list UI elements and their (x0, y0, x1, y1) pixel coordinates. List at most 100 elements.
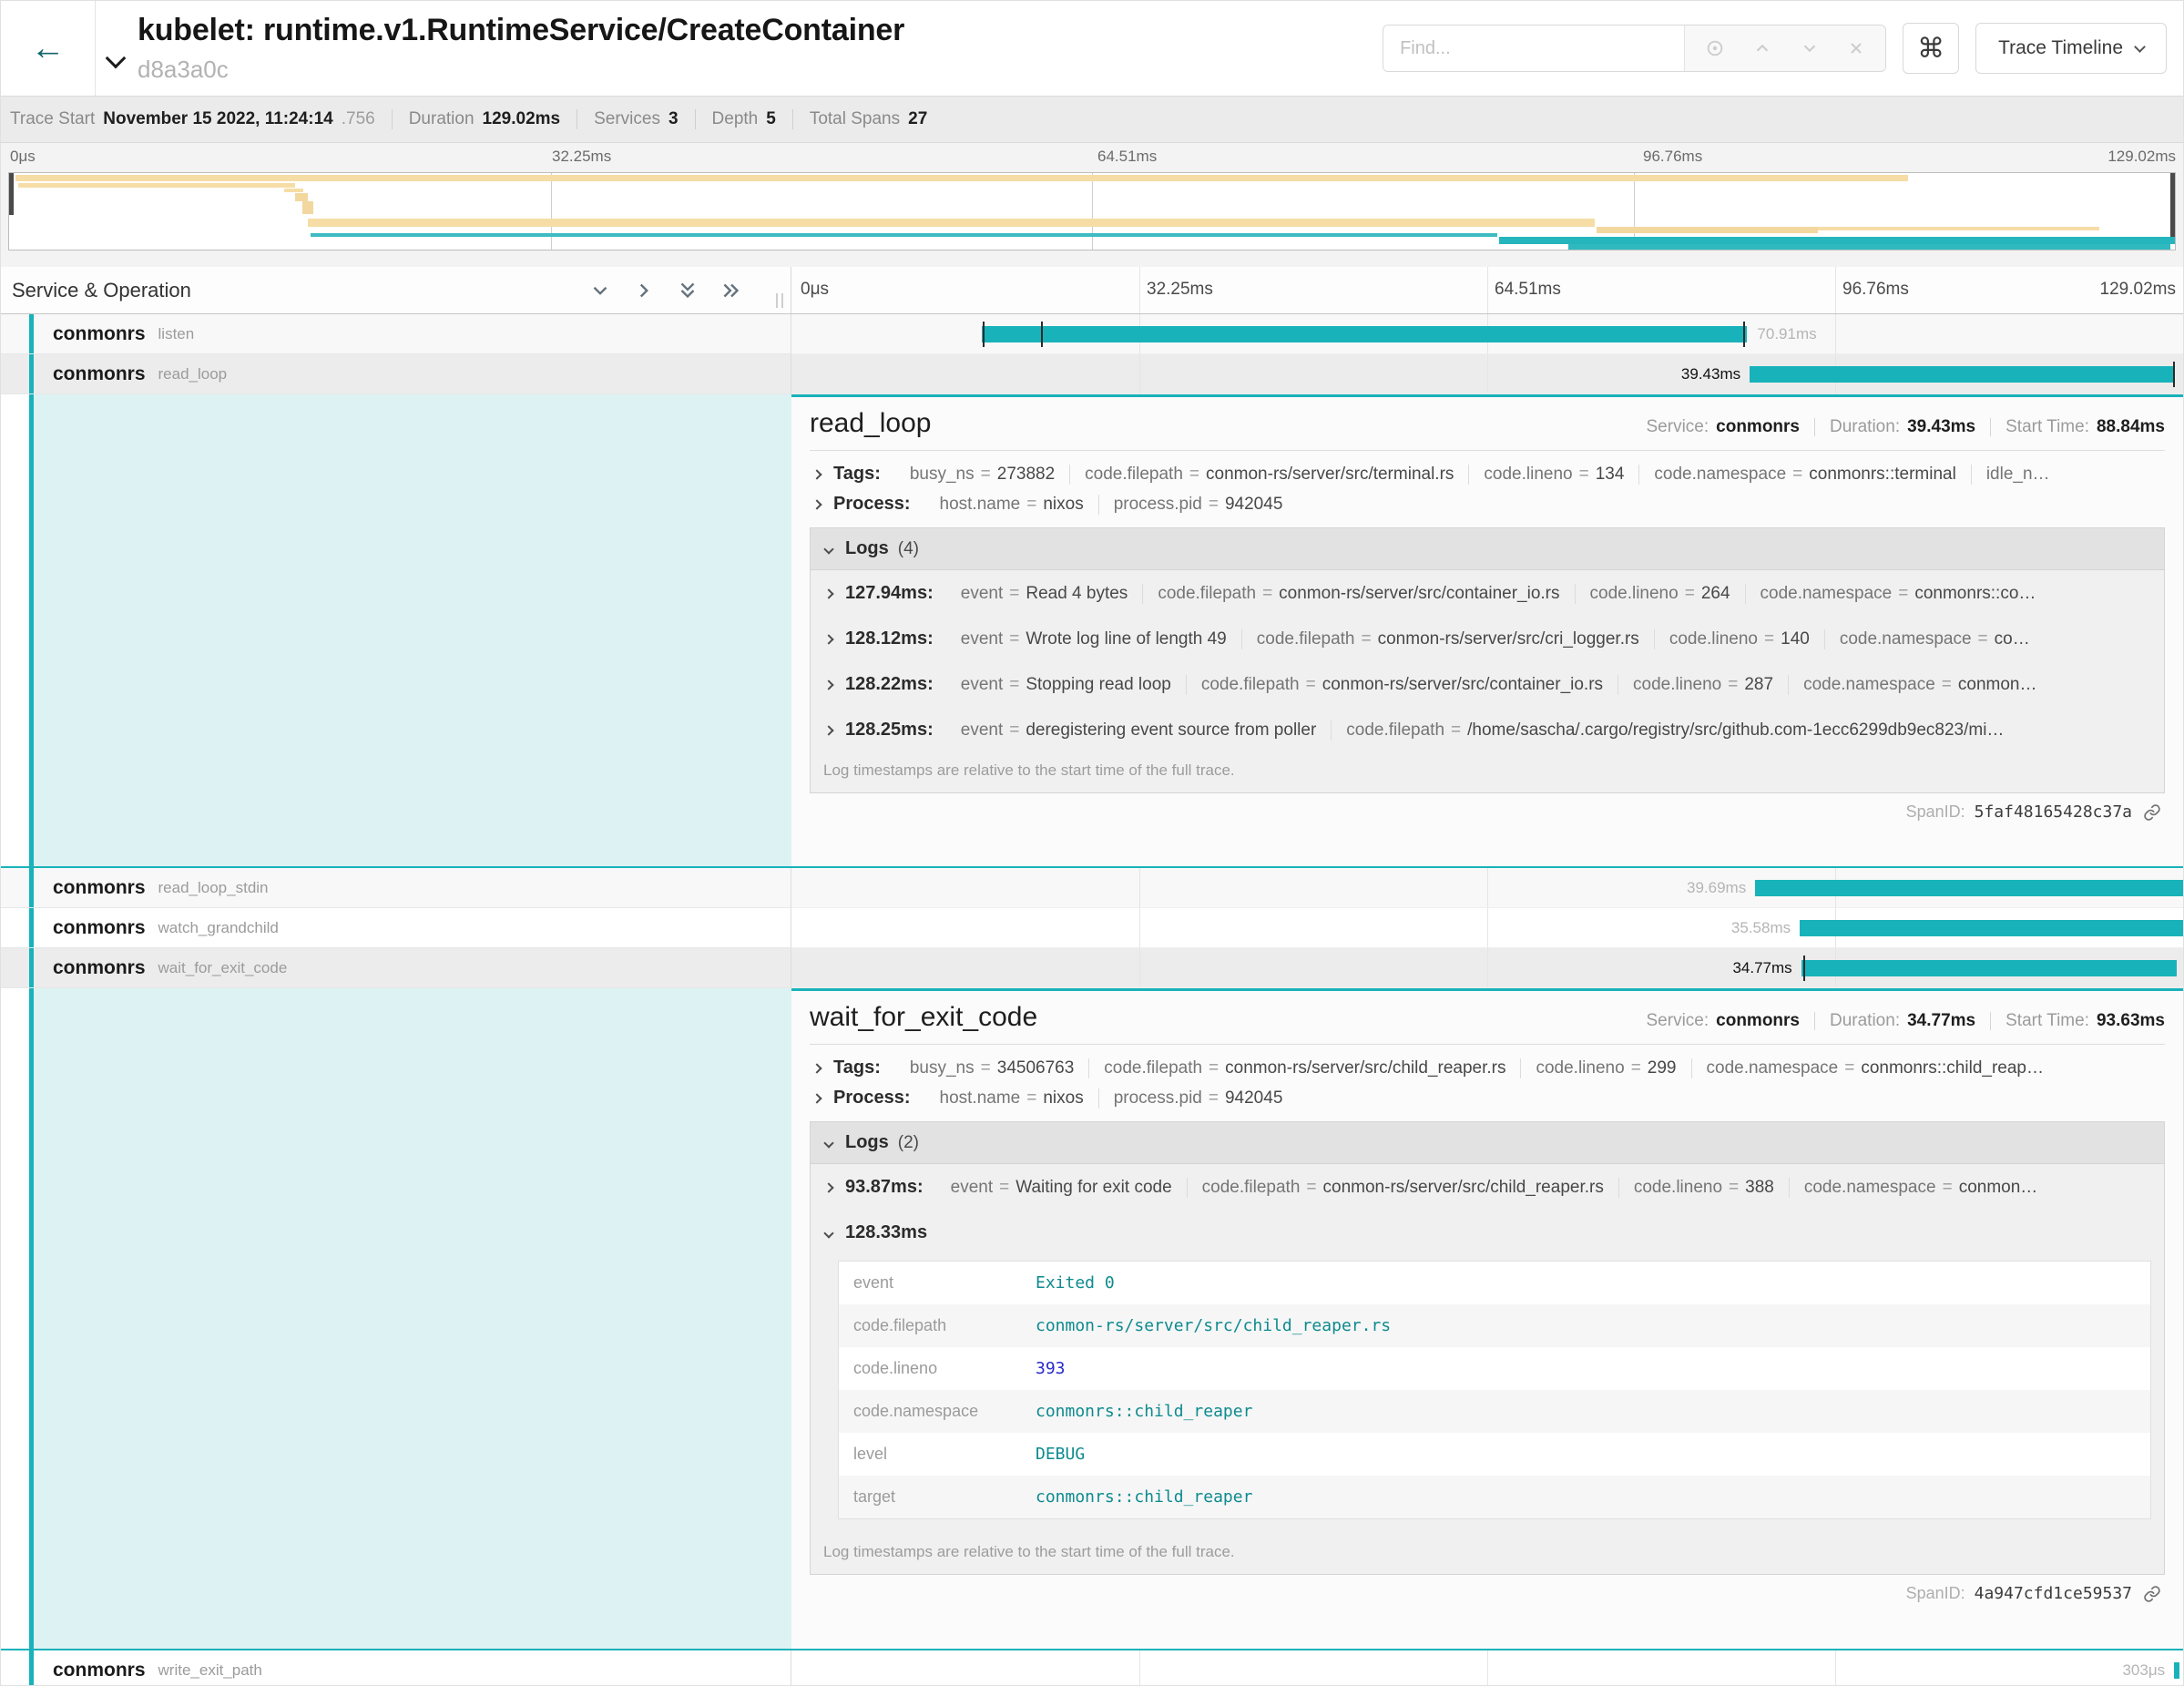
tick-label: 0μs (10, 148, 36, 166)
log-entry-expanded-header[interactable]: 128.33ms (811, 1210, 2164, 1255)
trace-depth: Depth 5 (712, 109, 776, 129)
service-name: conmonrs (53, 877, 146, 899)
view-options-label: Trace Timeline (1998, 37, 2123, 59)
keyboard-shortcuts-button[interactable]: ⌘ (1903, 23, 1959, 74)
expand-one-icon[interactable] (632, 279, 656, 302)
span-row-read-loop-stdin: conmonrs read_loop_stdin 39.69ms (1, 868, 2183, 908)
log-entry[interactable]: 128.25ms: event=deregistering event sour… (811, 707, 2164, 752)
focus-match-icon[interactable] (1705, 38, 1725, 58)
span-timeline-cell[interactable]: 35.58ms (791, 908, 2183, 948)
detail-duration: 34.77ms (1907, 1011, 1975, 1031)
span-bar[interactable] (1750, 366, 2175, 383)
tags-row[interactable]: Tags: busy_ns=273882 code.filepath=conmo… (810, 464, 2165, 485)
minimap-canvas[interactable] (8, 172, 2176, 250)
span-bar[interactable] (2174, 1662, 2179, 1679)
service-operation-header: Service & Operation (1, 279, 191, 302)
span-timeline-cell[interactable]: 39.43ms (791, 354, 2183, 394)
tags-row[interactable]: Tags: busy_ns=34506763 code.filepath=con… (810, 1058, 2165, 1078)
minimap-span (15, 175, 1908, 181)
view-options-dropdown[interactable]: Trace Timeline (1975, 23, 2167, 74)
operation-name: read_loop (158, 365, 228, 383)
service-color-accent (29, 354, 34, 393)
back-button[interactable]: ← (1, 1, 96, 96)
collapse-all-icon[interactable] (676, 279, 699, 302)
minimap-span (284, 189, 303, 192)
span-row-wait-for-exit-code: conmonrs wait_for_exit_code 34.77ms (1, 948, 2183, 988)
chevron-down-icon (823, 1228, 833, 1238)
span-name-cell[interactable]: conmonrs watch_grandchild (1, 908, 791, 948)
span-bar[interactable] (1801, 960, 2177, 976)
chevron-right-icon (811, 1093, 822, 1103)
copy-link-icon[interactable] (2143, 1585, 2161, 1603)
tick-label: 0μs (801, 280, 829, 300)
trace-duration: Duration 129.02ms (409, 109, 560, 129)
next-match-icon[interactable] (1800, 38, 1820, 58)
tick-label: 129.02ms (2100, 280, 2176, 300)
span-name-cell[interactable]: conmonrs listen (1, 314, 791, 354)
table-row: level DEBUG (839, 1433, 2150, 1476)
minimap-range-handle-right[interactable] (2170, 173, 2175, 237)
table-row: code.filepath conmon-rs/server/src/child… (839, 1304, 2150, 1347)
log-marker (2173, 362, 2175, 387)
chevron-down-icon[interactable] (106, 48, 127, 69)
span-duration-label: 39.43ms (1681, 354, 1740, 394)
logs-header[interactable]: Logs (2) (811, 1122, 2164, 1164)
prev-match-icon[interactable] (1752, 38, 1772, 58)
tag: code.lineno=299 (1520, 1058, 1690, 1078)
log-entry[interactable]: 128.12ms: event=Wrote log line of length… (811, 616, 2164, 661)
log-entry[interactable]: 93.87ms: event=Waiting for exit code cod… (811, 1164, 2164, 1210)
table-row: code.lineno 393 (839, 1347, 2150, 1390)
column-resizer-grip[interactable] (776, 293, 783, 308)
span-name-cell[interactable]: conmonrs read_loop_stdin (1, 868, 791, 908)
service-name: conmonrs (53, 957, 146, 979)
trace-view-page: ← kubelet: runtime.v1.RuntimeService/Cre… (0, 0, 2184, 1686)
tag: code.lineno=134 (1468, 465, 1638, 485)
find-input[interactable] (1383, 26, 1684, 71)
trace-start: Trace Start November 15 2022, 11:24:14.7… (10, 109, 375, 129)
span-timeline-cell[interactable]: 303μs (791, 1650, 2183, 1686)
service-color-accent (29, 868, 34, 907)
copy-link-icon[interactable] (2143, 803, 2161, 822)
chevron-right-icon (823, 588, 833, 598)
chevron-right-icon (823, 725, 833, 735)
span-name-cell[interactable]: conmonrs write_exit_path (1, 1650, 791, 1686)
find-controls (1684, 26, 1885, 71)
minimap-span (1568, 244, 2170, 250)
service-color-accent (29, 314, 34, 353)
log-entry[interactable]: 127.94ms: event=Read 4 bytes code.filepa… (811, 570, 2164, 616)
tag: idle_n… (1971, 465, 2065, 485)
logs-section: Logs (2) 93.87ms: event=Waiting for exit… (810, 1121, 2165, 1575)
process-row[interactable]: Process: host.name=nixos process.pid=942… (810, 1088, 2165, 1109)
span-timeline-cell[interactable]: 70.91ms (791, 314, 2183, 354)
span-id-row: SpanID: 4a947cfd1ce59537 (810, 1584, 2161, 1603)
detail-row-highlight (34, 988, 791, 1649)
span-duration-label: 35.58ms (1731, 908, 1791, 948)
tick-label: 96.76ms (1643, 148, 1702, 166)
detail-duration: 39.43ms (1907, 417, 1975, 437)
span-id-row: SpanID: 5faf48165428c37a (810, 802, 2161, 822)
span-duration-label: 70.91ms (1757, 314, 1816, 354)
expand-all-icon[interactable] (719, 279, 743, 302)
clear-search-icon[interactable] (1847, 39, 1865, 57)
span-timeline-cell[interactable]: 39.69ms (791, 868, 2183, 908)
logs-header[interactable]: Logs (4) (811, 528, 2164, 570)
tick-label: 64.51ms (1097, 148, 1157, 166)
tick-label: 32.25ms (552, 148, 611, 166)
operation-name: wait_for_exit_code (158, 959, 288, 977)
log-marker (1803, 955, 1805, 981)
span-timeline-cell[interactable]: 34.77ms (791, 948, 2183, 988)
operation-name: listen (158, 325, 195, 343)
span-bar[interactable] (982, 326, 1747, 342)
process-row[interactable]: Process: host.name=nixos process.pid=942… (810, 494, 2165, 515)
span-name-cell[interactable]: conmonrs read_loop (1, 354, 791, 394)
minimap-range-handle-left[interactable] (9, 173, 14, 215)
span-name-cell[interactable]: conmonrs wait_for_exit_code (1, 948, 791, 988)
page-title: kubelet: runtime.v1.RuntimeService/Creat… (138, 13, 904, 48)
span-detail-title: read_loop (810, 408, 931, 439)
tick-label: 96.76ms (1842, 280, 1909, 300)
span-bar[interactable] (1755, 880, 2183, 896)
collapse-one-icon[interactable] (588, 279, 612, 302)
timeline-minimap: 0μs 32.25ms 64.51ms 96.76ms 129.02ms (1, 143, 2183, 267)
span-bar[interactable] (1800, 920, 2183, 936)
log-entry[interactable]: 128.22ms: event=Stopping read loop code.… (811, 661, 2164, 707)
